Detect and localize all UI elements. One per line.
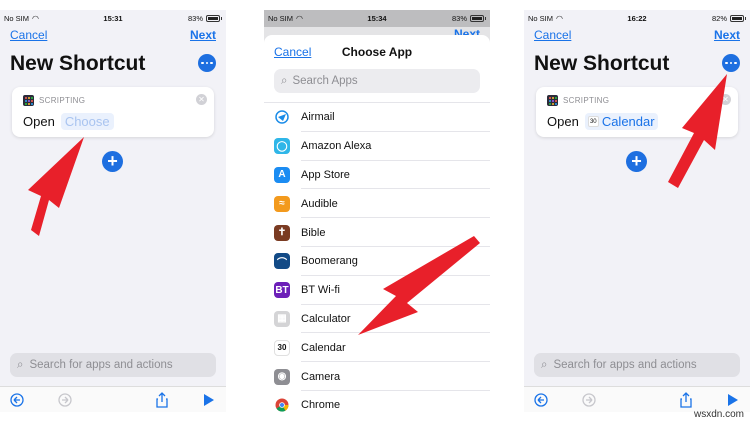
status-time: 15:34: [367, 13, 387, 23]
calendar-token-label: Calendar: [601, 114, 655, 129]
undo-icon[interactable]: [8, 391, 26, 409]
app-name: Amazon Alexa: [301, 140, 372, 153]
search-apps-field[interactable]: ⌕ Search Apps: [274, 69, 480, 93]
remove-action-icon[interactable]: ✕: [196, 94, 207, 105]
calendar-icon: 30: [587, 116, 599, 127]
app-row[interactable]: 30 Calendar: [264, 333, 490, 362]
app-name: Boomerang: [301, 255, 358, 268]
page-title: New Shortcut: [10, 52, 146, 75]
app-row[interactable]: ◉ Camera: [264, 362, 490, 391]
app-name: BT Wi-fi: [301, 284, 340, 297]
tutorial-stage: No SIM ◠ 15:31 83% Cancel Next New Short…: [0, 0, 750, 422]
app-store-icon: A: [274, 166, 290, 183]
audible-icon: ≈: [274, 195, 290, 212]
action-category: SCRIPTING: [23, 95, 85, 106]
more-options-button[interactable]: [722, 54, 740, 72]
share-icon[interactable]: [153, 391, 171, 409]
app-name: Audible: [301, 197, 338, 210]
cancel-button[interactable]: Cancel: [10, 28, 47, 42]
alexa-icon: ◯: [274, 138, 290, 155]
play-icon[interactable]: [200, 391, 218, 409]
search-placeholder: Search for apps and actions: [553, 359, 697, 371]
share-icon[interactable]: [677, 391, 695, 409]
watermark: wsxdn.com: [693, 409, 744, 420]
status-time: 16:22: [627, 13, 647, 23]
next-button[interactable]: Next: [714, 28, 740, 42]
app-row[interactable]: ✝ Bible: [264, 218, 490, 247]
chrome-icon: [274, 397, 290, 412]
battery-icon: [206, 14, 222, 22]
calendar-app-token[interactable]: 30 Calendar: [584, 113, 658, 130]
search-icon: ⌕: [281, 74, 288, 87]
more-options-button[interactable]: [198, 54, 216, 72]
add-action-button[interactable]: +: [626, 151, 647, 172]
category-label: SCRIPTING: [563, 96, 610, 105]
choose-app-sheet: Choose App Cancel ⌕ Search Apps Airmail ◯…: [264, 35, 490, 412]
phone-right-screen: No SIM ◠ 16:22 82% Cancel Next New Short…: [524, 10, 750, 412]
action-verb: Open: [23, 114, 55, 129]
scripting-icon: [547, 95, 558, 106]
calendar-icon: 30: [274, 339, 290, 356]
play-icon[interactable]: [724, 391, 742, 409]
search-apps-placeholder: Search Apps: [292, 75, 358, 87]
calculator-icon: ▦: [274, 310, 290, 327]
battery-icon: [470, 14, 486, 22]
app-row[interactable]: ◯ Amazon Alexa: [264, 132, 490, 161]
bible-icon: ✝: [274, 224, 290, 241]
app-row[interactable]: ▦ Calculator: [264, 305, 490, 334]
choose-app-token[interactable]: Choose: [60, 113, 114, 130]
action-category: SCRIPTING: [547, 95, 609, 106]
search-actions-field[interactable]: ⌕ Search for apps and actions: [10, 353, 216, 377]
status-bar: No SIM ◠ 15:31 83%: [0, 10, 226, 26]
redo-icon[interactable]: [580, 391, 598, 409]
redo-icon[interactable]: [56, 391, 74, 409]
sheet-cancel-button[interactable]: Cancel: [274, 45, 311, 59]
nav-bar: Cancel Next: [534, 28, 740, 44]
app-row[interactable]: BT BT Wi-fi: [264, 276, 490, 305]
scripting-icon: [23, 95, 34, 106]
app-row[interactable]: A App Store: [264, 161, 490, 190]
app-row[interactable]: Chrome: [264, 391, 490, 412]
app-list: Airmail ◯ Amazon Alexa A App Store ≈ Audible ✝ B…: [264, 102, 490, 412]
boomerang-icon: ⌒: [274, 253, 290, 270]
nav-bar: Cancel Next: [10, 28, 216, 44]
search-icon: ⌕: [17, 358, 24, 371]
action-verb: Open: [547, 114, 579, 129]
status-bar: No SIM ◠ 16:22 82%: [524, 10, 750, 26]
app-name: App Store: [301, 168, 350, 181]
next-button[interactable]: Next: [190, 28, 216, 42]
app-name: Calculator: [301, 312, 351, 325]
app-name: Calendar: [301, 341, 346, 354]
camera-icon: ◉: [274, 368, 290, 385]
app-name: Airmail: [301, 111, 335, 124]
search-placeholder: Search for apps and actions: [29, 359, 173, 371]
app-row[interactable]: Airmail: [264, 103, 490, 132]
action-row: Open Choose: [23, 113, 114, 130]
page-title: New Shortcut: [534, 52, 670, 75]
action-row: Open 30 Calendar: [547, 113, 658, 130]
phone-middle-screen: No SIM ◠ 15:34 83% Next Choose App Cance…: [264, 10, 490, 412]
app-name: Bible: [301, 226, 326, 239]
airmail-icon: [274, 109, 290, 126]
action-card[interactable]: SCRIPTING ✕ Open 30 Calendar: [536, 87, 738, 137]
bt-wifi-icon: BT: [274, 282, 290, 299]
app-row[interactable]: ≈ Audible: [264, 189, 490, 218]
sheet-header: Choose App Cancel: [274, 44, 480, 60]
category-label: SCRIPTING: [39, 96, 86, 105]
status-time: 15:31: [103, 13, 123, 23]
search-icon: ⌕: [541, 358, 548, 371]
add-action-button[interactable]: +: [102, 151, 123, 172]
action-card[interactable]: SCRIPTING ✕ Open Choose: [12, 87, 214, 137]
status-bar: No SIM ◠ 15:34 83%: [264, 10, 490, 27]
cancel-button[interactable]: Cancel: [534, 28, 571, 42]
remove-action-icon[interactable]: ✕: [720, 94, 731, 105]
battery-icon: [730, 14, 746, 22]
search-actions-field[interactable]: ⌕ Search for apps and actions: [534, 353, 740, 377]
app-name: Camera: [301, 370, 341, 383]
phone-left-screen: No SIM ◠ 15:31 83% Cancel Next New Short…: [0, 10, 226, 412]
bottom-toolbar: [0, 386, 226, 412]
app-row[interactable]: ⌒ Boomerang: [264, 247, 490, 276]
undo-icon[interactable]: [532, 391, 550, 409]
app-name: Chrome: [301, 399, 341, 412]
